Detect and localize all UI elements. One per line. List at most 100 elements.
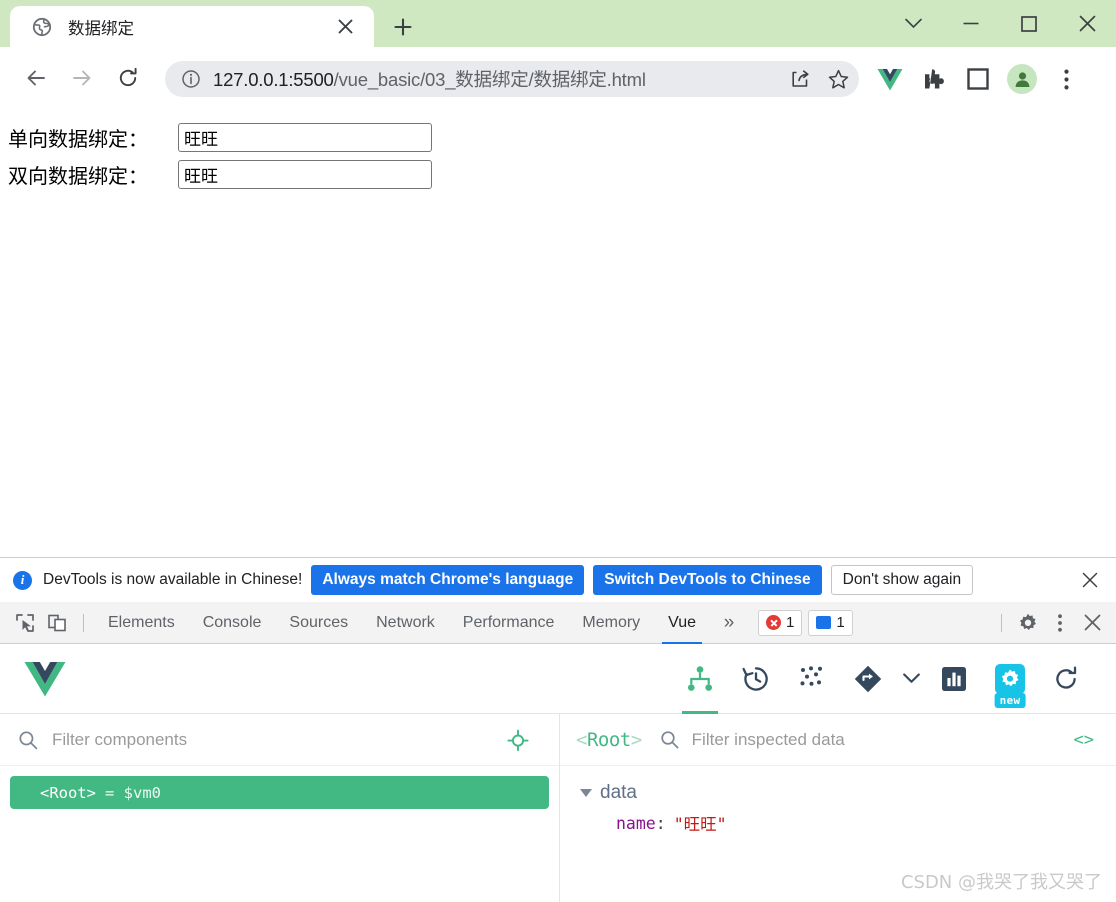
components-filter-bar	[0, 714, 559, 766]
inspect-element-icon[interactable]	[9, 607, 41, 639]
tab-sources[interactable]: Sources	[275, 602, 362, 644]
gear-box	[995, 663, 1025, 694]
one-way-binding-input[interactable]	[178, 123, 432, 152]
search-icon	[18, 730, 38, 750]
error-count: 1	[786, 614, 795, 631]
reload-button[interactable]	[110, 60, 146, 96]
message-icon	[816, 616, 832, 629]
always-match-language-button[interactable]: Always match Chrome's language	[311, 565, 585, 595]
tab-strip: 数据绑定	[0, 0, 1116, 47]
tab-console[interactable]: Console	[189, 602, 276, 644]
filter-components-input[interactable]	[50, 724, 507, 755]
tab-overflow-button[interactable]: »	[714, 612, 744, 634]
tab-search-button[interactable]	[884, 4, 942, 44]
vue-devtools-header: new	[0, 644, 1116, 714]
angle-open: <	[576, 728, 587, 751]
devtools-tabbar-actions	[991, 607, 1108, 639]
angle-close: >	[630, 728, 642, 751]
url-path: /vue_basic/03_数据绑定/数据绑定.html	[333, 69, 646, 90]
url-host: 127.0.0.1:5500	[213, 69, 334, 90]
devtools-more-icon[interactable]	[1044, 607, 1076, 639]
error-icon	[766, 615, 782, 630]
forward-button[interactable]	[64, 60, 100, 96]
data-group-name: data	[600, 782, 637, 803]
devtools-tab-bar: Elements Console Sources Network Perform…	[0, 602, 1116, 644]
performance-bars-icon[interactable]	[926, 644, 982, 714]
actions-divider	[1001, 613, 1002, 632]
open-in-editor-icon[interactable]: <>	[1074, 730, 1094, 750]
component-tree-icon[interactable]	[672, 644, 728, 714]
tab-performance[interactable]: Performance	[449, 602, 569, 644]
toolbar-divider	[83, 613, 84, 632]
window-controls	[884, 0, 1116, 47]
maximize-button[interactable]	[1000, 4, 1058, 44]
vue-devtools-panel: new Filter components <Root> = $vm0 <Roo…	[0, 644, 1116, 902]
filter-inspected-data-input[interactable]	[689, 724, 1074, 755]
components-pane: <Root> = $vm0	[0, 714, 560, 902]
device-toolbar-icon[interactable]	[41, 607, 73, 639]
refresh-icon[interactable]	[1038, 644, 1094, 714]
vuex-dots-icon[interactable]	[784, 644, 840, 714]
triangle-down-icon	[580, 789, 592, 797]
page-viewport: 单向数据绑定： 双向数据绑定：	[0, 109, 1116, 557]
vue-logo-icon	[24, 661, 66, 697]
two-way-binding-row: 双向数据绑定：	[8, 160, 1116, 189]
data-entry-row[interactable]: name : "旺旺"	[560, 808, 1116, 838]
component-tag: <Root>	[40, 783, 96, 802]
devtools-close-icon[interactable]	[1076, 607, 1108, 639]
search-icon	[660, 730, 679, 749]
new-badge: new	[994, 692, 1026, 708]
vue-devtools-extension-icon[interactable]	[868, 61, 912, 97]
sidebar-icon[interactable]	[956, 61, 1000, 97]
browser-tab[interactable]: 数据绑定	[10, 6, 374, 47]
extension-icons	[868, 61, 1088, 97]
tab-title: 数据绑定	[68, 19, 134, 38]
message-count-badge[interactable]: 1	[808, 609, 853, 636]
browser-window: 数据绑定 127.0.0.1:5500/vue_basic/03_数据绑定/数据…	[0, 0, 1116, 902]
profile-button[interactable]	[1000, 61, 1044, 97]
browser-menu-button[interactable]	[1044, 61, 1088, 97]
router-icon[interactable]	[840, 644, 896, 714]
settings-gear-icon[interactable]: new	[982, 644, 1038, 714]
data-group-header[interactable]: data	[560, 778, 1116, 808]
puzzle-icon[interactable]	[912, 61, 956, 97]
dont-show-again-button[interactable]: Don't show again	[830, 565, 974, 595]
timeline-history-icon[interactable]	[728, 644, 784, 714]
component-name: Root	[586, 728, 631, 751]
tab-network[interactable]: Network	[362, 602, 449, 644]
back-button[interactable]	[18, 60, 54, 96]
two-way-binding-label: 双向数据绑定：	[8, 164, 148, 188]
data-entry-key: name	[616, 813, 656, 833]
component-alias: = $vm0	[105, 783, 161, 802]
data-entry-separator: :	[655, 813, 666, 833]
component-tree-row-root[interactable]: <Root> = $vm0	[10, 776, 549, 809]
two-way-binding-input[interactable]	[178, 160, 432, 189]
tab-memory[interactable]: Memory	[568, 602, 654, 644]
gear-icon[interactable]	[1012, 607, 1044, 639]
chevron-down-icon[interactable]	[896, 644, 926, 714]
tab-close-icon[interactable]	[330, 12, 360, 42]
target-crosshair-icon[interactable]	[507, 729, 529, 751]
share-icon[interactable]	[783, 62, 817, 96]
info-circle-icon[interactable]	[181, 69, 201, 89]
bookmark-star-icon[interactable]	[821, 62, 855, 96]
avatar	[1007, 64, 1037, 94]
inspected-component-title: <Root>	[576, 729, 642, 751]
globe-icon	[32, 17, 52, 37]
error-count-badge[interactable]: 1	[758, 609, 803, 636]
address-bar-url: 127.0.0.1:5500/vue_basic/03_数据绑定/数据绑定.ht…	[213, 66, 783, 92]
issue-badges: 1 1	[758, 609, 859, 636]
data-entry-value: "旺旺"	[673, 815, 727, 834]
tab-vue[interactable]: Vue	[654, 602, 710, 644]
notification-message: DevTools is now available in Chinese!	[43, 571, 303, 588]
close-window-button[interactable]	[1058, 4, 1116, 44]
switch-devtools-chinese-button[interactable]: Switch DevTools to Chinese	[593, 565, 822, 595]
new-tab-button[interactable]	[387, 11, 419, 43]
devtools-language-notification: i DevTools is now available in Chinese! …	[0, 557, 1116, 602]
watermark: CSDN @我哭了我又哭了	[900, 872, 1102, 893]
minimize-button[interactable]	[942, 4, 1000, 44]
address-bar[interactable]: 127.0.0.1:5500/vue_basic/03_数据绑定/数据绑定.ht…	[165, 61, 859, 97]
inspector-header: <Root> <>	[560, 714, 1116, 766]
notification-close-icon[interactable]	[1077, 567, 1103, 593]
tab-elements[interactable]: Elements	[94, 602, 189, 644]
